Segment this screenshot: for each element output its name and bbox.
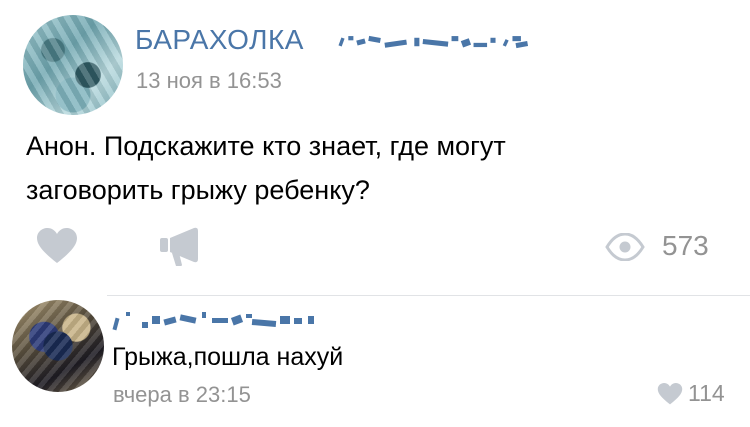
heart-icon[interactable]: [657, 383, 683, 405]
post-date[interactable]: 13 ноя в 16:53: [136, 68, 282, 94]
views-count: 573: [662, 230, 709, 261]
post-text-line: Анон. Подскажите кто знает, где могут: [26, 131, 506, 161]
megaphone-icon[interactable]: [160, 226, 202, 266]
comment-avatar[interactable]: [12, 300, 104, 392]
post-avatar[interactable]: [23, 15, 123, 115]
heart-icon[interactable]: [37, 228, 77, 264]
eye-icon: [605, 233, 645, 261]
divider: [107, 295, 750, 296]
post-text: Анон. Подскажите кто знает, где могут за…: [26, 124, 726, 212]
post-author-link[interactable]: БАРАХОЛКА: [135, 24, 652, 56]
comment-text: Грыжа,пошла нахуй: [112, 343, 344, 371]
post-text-line: заговорить грыжу ребенку?: [26, 175, 370, 205]
comment-date[interactable]: вчера в 23:15: [113, 382, 251, 408]
comment-author-link[interactable]: [112, 306, 342, 332]
post-author-name: БАРАХОЛКА: [135, 24, 304, 55]
redacted-name-scribble: [338, 35, 529, 48]
comment-likes-count: 114: [688, 380, 725, 406]
